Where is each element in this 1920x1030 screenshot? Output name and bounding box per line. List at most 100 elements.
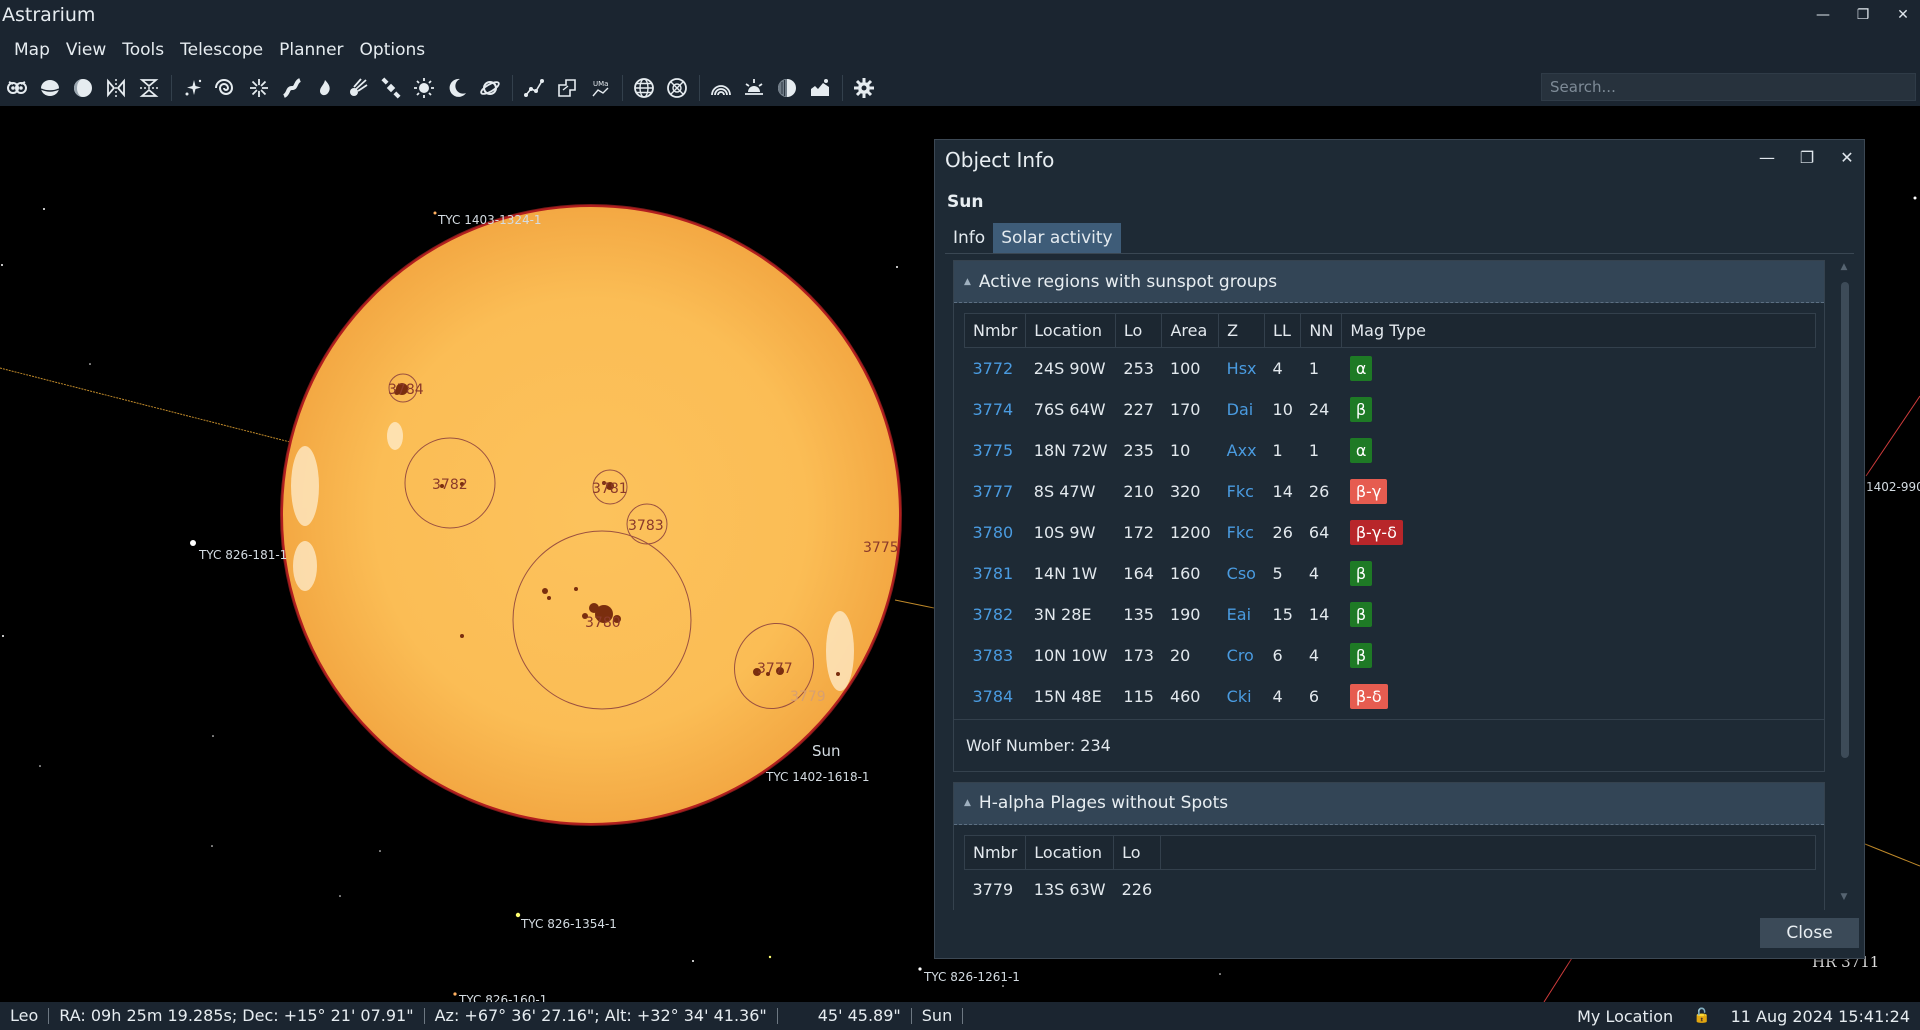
comet-icon[interactable] [310, 73, 340, 103]
region-number-link[interactable]: 3784 [965, 676, 1026, 717]
scroll-down-icon[interactable]: ▼ [1837, 892, 1851, 904]
column-header[interactable]: Location [1025, 313, 1116, 348]
column-header[interactable]: Nmbr [963, 313, 1027, 348]
column-header[interactable]: NN [1300, 313, 1343, 348]
milky-way-icon[interactable] [277, 73, 307, 103]
satellite-icon[interactable] [376, 73, 406, 103]
region-number-link[interactable]: 3775 [965, 430, 1026, 471]
star-label[interactable]: TYC 826-160-1 [459, 993, 547, 1002]
tab-solar-activity[interactable]: Solar activity [993, 223, 1121, 253]
star-label[interactable]: 1402-990- [1866, 480, 1920, 494]
region-ll: 26 [1272, 522, 1293, 542]
search-input[interactable] [1550, 78, 1915, 96]
star-label[interactable]: TYC 1402-1618-1 [766, 770, 870, 784]
menu-tools[interactable]: Tools [114, 40, 172, 60]
region-location: 8S 47W [1033, 481, 1096, 501]
region-nn: 1 [1308, 358, 1320, 378]
region-zurich-class-link[interactable]: Dai [1219, 389, 1265, 430]
region-zurich-class-link[interactable]: Axx [1219, 430, 1265, 471]
constellation-labels-icon[interactable]: UMa [585, 73, 615, 103]
column-header[interactable]: Lo [1113, 834, 1161, 870]
galaxy-icon[interactable] [211, 73, 241, 103]
scroll-up-icon[interactable]: ▲ [1837, 262, 1851, 274]
region-ll: 4 [1272, 686, 1283, 706]
region-number-link[interactable]: 3782 [965, 594, 1026, 635]
region-number-link[interactable]: 3783 [965, 635, 1026, 676]
menu-telescope[interactable]: Telescope [172, 40, 271, 60]
star-label[interactable]: TYC 826-1354-1 [521, 917, 617, 931]
column-header[interactable]: Z [1218, 313, 1266, 348]
status-datetime[interactable]: 11 Aug 2024 15:41:24 [1731, 1007, 1910, 1026]
menu-view[interactable]: View [58, 40, 114, 60]
horizontal-grid-icon[interactable] [662, 73, 692, 103]
menu-map[interactable]: Map [6, 40, 58, 60]
region-zurich-class-link[interactable]: Cso [1219, 553, 1265, 594]
owl-icon[interactable] [2, 73, 32, 103]
region-zurich-class-link[interactable]: Hsx [1219, 348, 1265, 389]
region-longitude: 173 [1123, 645, 1154, 665]
restore-icon[interactable]: ❐ [1798, 148, 1816, 167]
column-header[interactable]: Nmbr [963, 834, 1027, 870]
solar-activity-panel[interactable]: ▲ Active regions with sunspot groups Nmb… [953, 260, 1843, 910]
ground-icon[interactable] [68, 73, 98, 103]
flip-icon[interactable] [134, 73, 164, 103]
region-number-link[interactable]: 3772 [965, 348, 1026, 389]
status-location[interactable]: My Location [1577, 1007, 1673, 1026]
equatorial-grid-icon[interactable] [629, 73, 659, 103]
moon-icon[interactable] [442, 73, 472, 103]
region-zurich-class-link[interactable]: Cro [1219, 635, 1265, 676]
constellation-lines-icon[interactable] [519, 73, 549, 103]
scroll-thumb[interactable] [1841, 282, 1849, 758]
column-header[interactable]: Lo [1114, 313, 1163, 348]
column-header[interactable]: Area [1161, 313, 1220, 348]
nebula-icon[interactable] [244, 73, 274, 103]
menu-planner[interactable]: Planner [271, 40, 351, 60]
horizon-icon[interactable] [35, 73, 65, 103]
lock-icon[interactable]: 🔓 [1693, 1008, 1710, 1024]
stars-icon[interactable] [178, 73, 208, 103]
star-label[interactable]: TYC 1403-1324-1 [438, 213, 542, 227]
region-zurich-class-link[interactable]: Fkc [1219, 512, 1265, 553]
column-header[interactable]: Mag Type [1341, 313, 1816, 348]
region-number-link[interactable]: 3774 [965, 389, 1026, 430]
minimize-icon[interactable]: — [1814, 6, 1832, 24]
menu-options[interactable]: Options [352, 40, 434, 60]
region-zurich-class-link[interactable]: Cki [1219, 676, 1265, 717]
close-icon[interactable]: ✕ [1838, 148, 1856, 167]
region-area: 100 [1169, 358, 1201, 378]
meteor-icon[interactable] [343, 73, 373, 103]
dialog-titlebar[interactable]: Object Info [935, 140, 1864, 180]
landscape-icon[interactable] [805, 73, 835, 103]
region-number-link[interactable]: 3780 [965, 512, 1026, 553]
mirror-icon[interactable] [101, 73, 131, 103]
star-label[interactable]: TYC 826-181-1 [199, 548, 287, 562]
sun-label[interactable]: Sun [812, 742, 841, 760]
region-number-link[interactable]: 3777 [965, 471, 1026, 512]
star-label[interactable]: TYC 826-1261-1 [924, 970, 1020, 984]
planet-icon[interactable] [475, 73, 505, 103]
close-icon[interactable]: ✕ [1894, 6, 1912, 24]
constellation-boundaries-icon[interactable] [552, 73, 582, 103]
active-regions-rows: 3772 24S 90W 253 100 Hsx 4 1 α 3774 76S 64W 227 170… [965, 348, 1816, 717]
region-zurich-class-link[interactable]: Fkc [1219, 471, 1265, 512]
mag-type-badge: β-γ-δ [1349, 519, 1403, 545]
plage-number: 3779 [972, 880, 1014, 900]
restore-icon[interactable]: ❐ [1854, 6, 1872, 24]
tab-info[interactable]: Info [945, 223, 993, 253]
active-regions-header[interactable]: ▲ Active regions with sunspot groups [954, 261, 1824, 303]
sun-icon[interactable] [409, 73, 439, 103]
atmosphere-icon[interactable] [706, 73, 736, 103]
search-box[interactable] [1541, 73, 1916, 101]
vertical-scrollbar[interactable]: ▲ ▼ [1837, 262, 1851, 904]
column-header[interactable]: Location [1025, 834, 1115, 870]
minimize-icon[interactable]: — [1758, 148, 1776, 167]
plages-header[interactable]: ▲ H-alpha Plages without Spots [954, 782, 1824, 825]
close-button[interactable]: Close [1760, 918, 1859, 948]
settings-icon[interactable] [849, 73, 879, 103]
moon-phase-icon[interactable] [772, 73, 802, 103]
column-header[interactable]: LL [1264, 313, 1302, 348]
region-zurich-class-link[interactable]: Eai [1219, 594, 1265, 635]
dialog-window-controls: — ❐ ✕ [1758, 148, 1856, 167]
sunrise-icon[interactable] [739, 73, 769, 103]
region-number-link[interactable]: 3781 [965, 553, 1026, 594]
